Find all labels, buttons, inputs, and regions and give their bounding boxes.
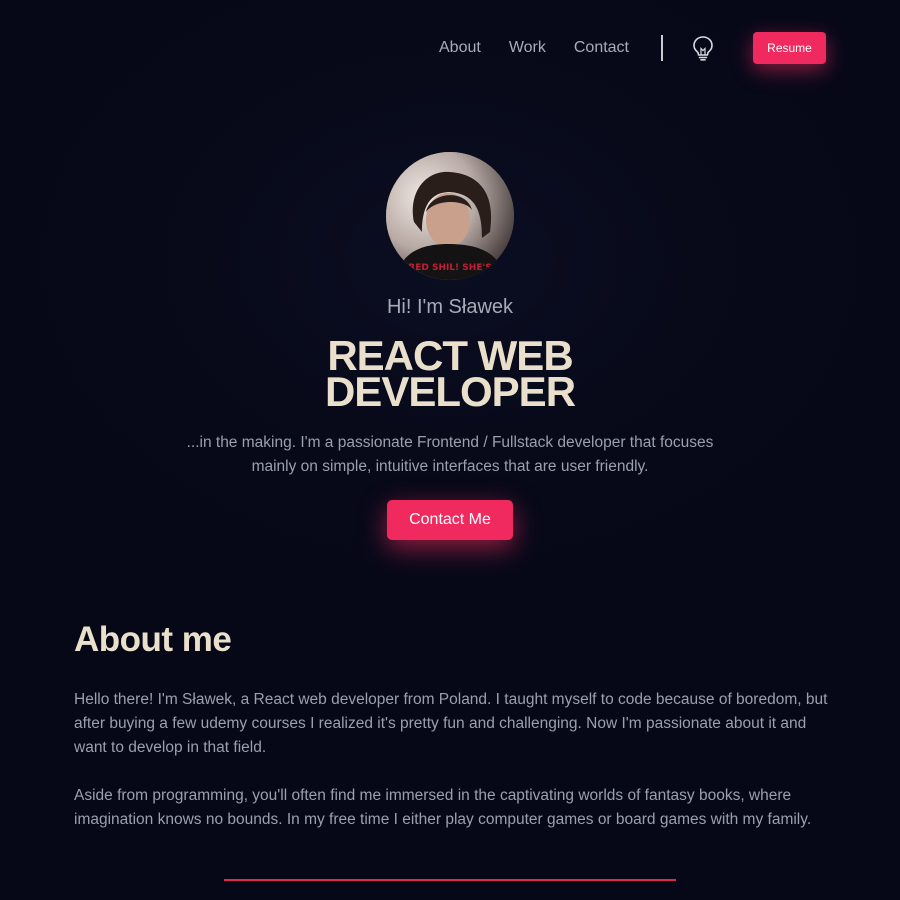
- hero-intro: ...in the making. I'm a passionate Front…: [186, 434, 714, 475]
- lightbulb-icon[interactable]: [689, 34, 717, 62]
- shirt-print: RED SHIL! SHE'S: [408, 263, 491, 273]
- hero-headline: REACT WEB DEVELOPER: [0, 335, 900, 413]
- profile-photo: RED SHIL! SHE'S: [386, 152, 514, 280]
- nav-link-work[interactable]: Work: [509, 39, 546, 57]
- greeting: Hi! I'm Sławek: [386, 296, 514, 318]
- nav-link-contact[interactable]: Contact: [574, 39, 629, 57]
- about-paragraph-2: Aside from programming, you'll often fin…: [74, 787, 812, 828]
- about-body: Hello there! I'm Sławek, a React web dev…: [74, 688, 834, 832]
- about-heading: About me: [74, 620, 232, 659]
- avatar: RED SHIL! SHE'S: [386, 152, 514, 280]
- nav-divider: [661, 35, 663, 61]
- portfolio-page: About Work Contact Resume RED SHIL! SHE'…: [0, 0, 900, 900]
- resume-button[interactable]: Resume: [753, 32, 826, 64]
- section-divider: [224, 879, 676, 881]
- about-paragraph-1: Hello there! I'm Sławek, a React web dev…: [74, 691, 828, 756]
- contact-me-button[interactable]: Contact Me: [387, 500, 513, 540]
- top-nav: About Work Contact Resume: [439, 30, 826, 66]
- headline-line-2: DEVELOPER: [324, 368, 576, 415]
- nav-link-about[interactable]: About: [439, 39, 481, 57]
